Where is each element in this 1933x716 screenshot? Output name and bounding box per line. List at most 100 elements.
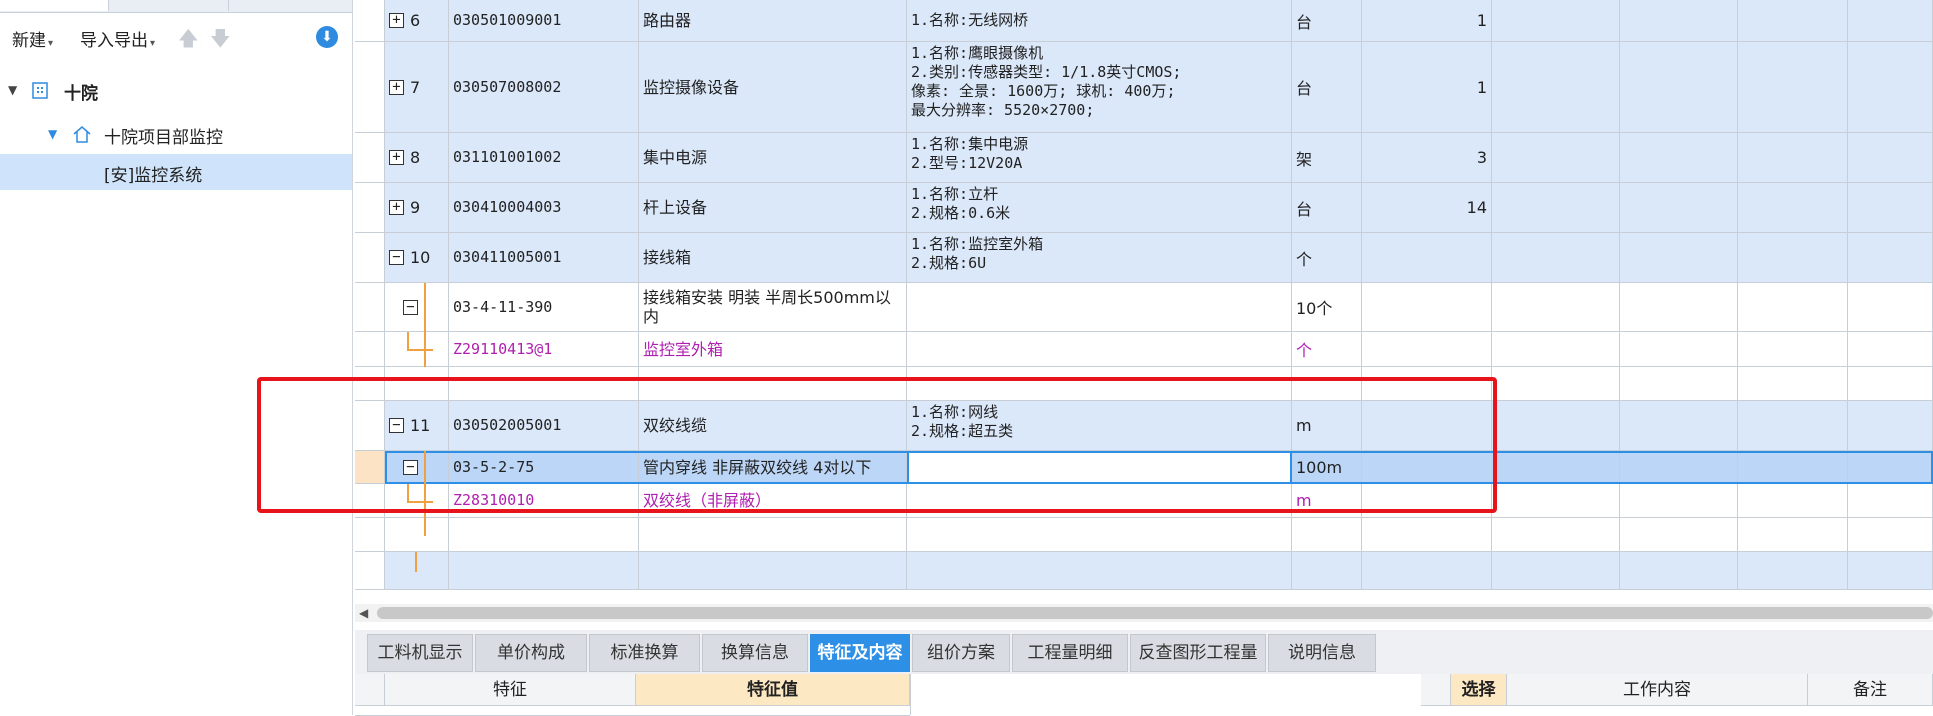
code-cell[interactable]: 030501009001 — [449, 0, 639, 42]
empty-cell[interactable] — [1492, 518, 1620, 552]
empty-cell[interactable] — [1738, 233, 1848, 283]
empty-cell[interactable] — [907, 518, 1292, 552]
empty-cell[interactable] — [1738, 518, 1848, 552]
code-cell[interactable]: 031101001002 — [449, 133, 639, 183]
empty-cell[interactable] — [1620, 367, 1738, 401]
table-row[interactable] — [355, 518, 1933, 552]
empty-cell[interactable] — [1738, 401, 1848, 451]
empty-cell[interactable] — [1620, 332, 1738, 367]
empty-cell[interactable] — [1738, 0, 1848, 42]
table-row[interactable]: +6 030501009001 路由器 1.名称:无线网桥台 1 — [355, 0, 1933, 42]
empty-cell[interactable] — [639, 552, 907, 590]
collapse-triangle-icon[interactable]: ▼ — [48, 127, 57, 141]
tab-6[interactable]: 组价方案 — [912, 634, 1010, 672]
empty-cell[interactable] — [1362, 518, 1492, 552]
empty-cell[interactable] — [1620, 42, 1738, 133]
unit-cell[interactable]: 台 — [1292, 183, 1362, 233]
empty-cell[interactable] — [1738, 451, 1848, 484]
select-column-header[interactable]: 选择 — [1451, 674, 1507, 706]
row-header[interactable] — [355, 0, 385, 42]
qty-cell[interactable]: 3 — [1362, 133, 1492, 183]
empty-cell[interactable] — [1620, 451, 1738, 484]
expand-plus-icon[interactable]: + — [389, 150, 404, 165]
tab-8[interactable]: 反查图形工程量 — [1130, 634, 1266, 672]
qty-cell[interactable]: 14 — [1362, 183, 1492, 233]
empty-cell[interactable] — [1738, 283, 1848, 332]
empty-cell[interactable] — [1492, 42, 1620, 133]
empty-cell[interactable] — [1492, 133, 1620, 183]
row-header[interactable] — [355, 233, 385, 283]
table-row[interactable]: − 03-4-11-390 接线箱安装 明装 半周长500mm以 内 10个 — [355, 283, 1933, 332]
name-cell[interactable]: 监控摄像设备 — [639, 42, 907, 133]
tab-7[interactable]: 工程量明细 — [1012, 634, 1128, 672]
empty-cell[interactable] — [1492, 283, 1620, 332]
row-header[interactable] — [355, 332, 385, 367]
unit-cell[interactable]: 台 — [1292, 42, 1362, 133]
table-row[interactable]: −10 030411005001 接线箱 1.名称:监控室外箱 2.规格:6U 个 — [355, 233, 1933, 283]
unit-cell[interactable]: 架 — [1292, 133, 1362, 183]
tab-9[interactable]: 说明信息 — [1268, 634, 1376, 672]
feature-cell[interactable]: 1.名称:监控室外箱 2.规格:6U — [907, 233, 1292, 283]
table-row[interactable]: +7 030507008002 监控摄像设备 1.名称:鹰眼摄像机 2.类别:传感器类… — [355, 42, 1933, 133]
import-export-button[interactable]: 导入导出 ▾ — [80, 26, 155, 51]
left-tab-2[interactable] — [110, 0, 229, 11]
empty-cell[interactable] — [639, 518, 907, 552]
name-cell[interactable]: 集中电源 — [639, 133, 907, 183]
empty-cell[interactable] — [1620, 183, 1738, 233]
empty-cell[interactable] — [1492, 367, 1620, 401]
feature-cell[interactable] — [907, 332, 1292, 367]
table-row[interactable] — [355, 552, 1933, 590]
feature-column-header[interactable]: 特征 — [385, 674, 636, 706]
empty-cell[interactable] — [385, 552, 449, 590]
empty-cell[interactable] — [1292, 518, 1362, 552]
empty-cell[interactable] — [1738, 552, 1848, 590]
tree-cell[interactable]: +9 — [385, 183, 449, 233]
empty-cell[interactable] — [449, 518, 639, 552]
note-column-header[interactable]: 备注 — [1808, 674, 1933, 706]
name-cell[interactable]: 路由器 — [639, 0, 907, 42]
empty-cell[interactable] — [1848, 42, 1933, 133]
horizontal-scrollbar[interactable]: ◀ — [355, 604, 1933, 622]
left-tab-1[interactable] — [0, 0, 109, 11]
empty-cell[interactable] — [1848, 0, 1933, 42]
code-cell[interactable]: 030411005001 — [449, 233, 639, 283]
scroll-left-icon[interactable]: ◀ — [359, 604, 368, 622]
qty-cell[interactable] — [1362, 283, 1492, 332]
empty-cell[interactable] — [1492, 233, 1620, 283]
empty-cell[interactable] — [1620, 233, 1738, 283]
empty-cell[interactable] — [1738, 484, 1848, 518]
empty-cell[interactable] — [1738, 183, 1848, 233]
feature-cell[interactable]: 1.名称:集中电源 2.型号:12V20A — [907, 133, 1292, 183]
empty-cell[interactable] — [1848, 451, 1933, 484]
empty-cell[interactable] — [1620, 518, 1738, 552]
tab-1[interactable]: 工料机显示 — [367, 634, 473, 672]
empty-cell[interactable] — [1620, 552, 1738, 590]
work-content-column-header[interactable]: 工作内容 — [1507, 674, 1808, 706]
empty-cell[interactable] — [1492, 552, 1620, 590]
tab-2[interactable]: 单价构成 — [475, 634, 587, 672]
empty-cell[interactable] — [1848, 133, 1933, 183]
unit-cell[interactable]: 10个 — [1292, 283, 1362, 332]
tab-3[interactable]: 标准换算 — [589, 634, 700, 672]
empty-cell[interactable] — [1620, 0, 1738, 42]
collapse-minus-icon[interactable]: − — [403, 299, 418, 315]
empty-cell[interactable] — [1848, 367, 1933, 401]
name-cell[interactable]: 接线箱安装 明装 半周长500mm以 内 — [639, 283, 907, 332]
tree-cell[interactable]: +8 — [385, 133, 449, 183]
tab-4[interactable]: 换算信息 — [702, 634, 808, 672]
empty-cell[interactable] — [1848, 233, 1933, 283]
empty-cell[interactable] — [449, 552, 639, 590]
empty-cell[interactable] — [1848, 401, 1933, 451]
feature-cell[interactable]: 1.名称:立杆 2.规格:0.6米 — [907, 183, 1292, 233]
name-cell[interactable]: 杆上设备 — [639, 183, 907, 233]
empty-cell[interactable] — [1738, 367, 1848, 401]
empty-cell[interactable] — [1492, 332, 1620, 367]
expand-plus-icon[interactable]: + — [389, 79, 404, 95]
empty-cell[interactable] — [1848, 484, 1933, 518]
code-cell[interactable]: 030507008002 — [449, 42, 639, 133]
unit-cell[interactable]: 个 — [1292, 233, 1362, 283]
tree-cell[interactable]: −10 — [385, 233, 449, 283]
empty-cell[interactable] — [1848, 283, 1933, 332]
empty-cell[interactable] — [1620, 283, 1738, 332]
collapse-minus-icon[interactable]: − — [389, 250, 404, 265]
